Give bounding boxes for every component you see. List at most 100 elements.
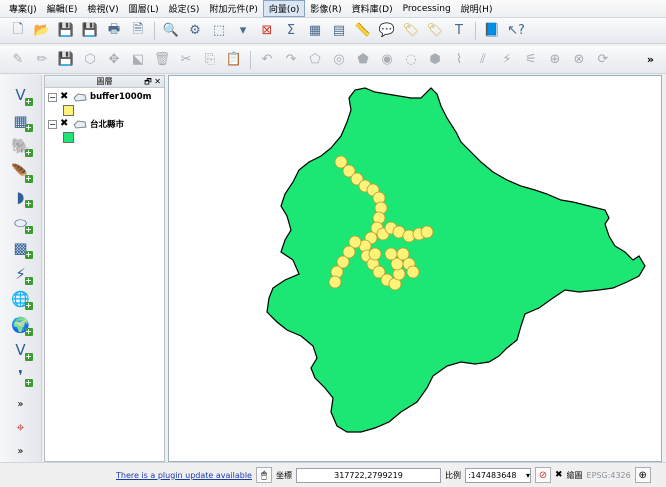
add-wms-layer-icon[interactable]: ▩ + [9, 236, 33, 260]
open-project-icon[interactable]: 📂 [32, 21, 52, 41]
select-icon[interactable]: ⬚ [209, 21, 229, 41]
save-as-icon[interactable]: 💾 [80, 21, 100, 41]
menu-item[interactable]: 編輯(E) [42, 1, 83, 16]
split-features-icon[interactable]: ⚡ [497, 50, 517, 70]
add-postgis-layer-icon[interactable]: 🐘 + [9, 134, 33, 158]
undo-icon[interactable]: ↶ [257, 50, 277, 70]
layers-panel-title: 圖層 🗗 ✕ [45, 76, 164, 88]
messages-icon[interactable]: ⊕ [634, 467, 651, 483]
render-checkbox[interactable]: ✖ [555, 470, 563, 480]
menu-item[interactable]: 資料庫(D) [347, 1, 398, 16]
text-annotation-icon[interactable]: T [449, 21, 469, 41]
crosshair-icon[interactable]: ⌖ [17, 420, 25, 436]
new-project-icon[interactable]: 🗋 [8, 21, 28, 41]
fill-ring-icon[interactable]: ◉ [377, 50, 397, 70]
current-edits-icon[interactable]: ✎ [8, 50, 28, 70]
add-feature-icon[interactable]: ⬡ [80, 50, 100, 70]
split-parts-icon[interactable]: ⚟ [521, 50, 541, 70]
add-raster-layer-icon[interactable]: ▦ + [9, 109, 33, 133]
layer-visibility-checkbox[interactable]: ✖ [60, 119, 70, 129]
legend-symbol-buffer [45, 104, 164, 117]
move-label-icon[interactable]: 🏷 [425, 21, 445, 41]
menu-item[interactable]: 圖層(L) [124, 1, 164, 16]
toolbar-overflow-button[interactable]: » [647, 53, 654, 66]
annotation-icon[interactable]: 💬 [377, 21, 397, 41]
measure-icon[interactable]: ▾ [233, 21, 253, 41]
menu-item[interactable]: 向量(o) [262, 0, 306, 17]
rotate-symbol-icon[interactable]: ⟳ [593, 50, 613, 70]
dropdown-arrow-icon: ▾ [525, 470, 530, 480]
composer-manager-icon[interactable]: 🗎 [128, 21, 148, 41]
label-icon[interactable]: 🏷 [401, 21, 421, 41]
legend-symbol-taipei [45, 131, 164, 144]
menu-item[interactable]: 專案(J) [4, 1, 42, 16]
save-project-icon[interactable]: 💾 [56, 21, 76, 41]
add-delimited-text-icon[interactable]: V + [9, 338, 33, 362]
merge-features-icon[interactable]: ⊕ [545, 50, 565, 70]
reshape-icon[interactable]: ⌇ [449, 50, 469, 70]
add-spatialite-layer-icon[interactable]: 🪶 + [9, 160, 33, 184]
menu-item[interactable]: 附加元件(P) [204, 1, 262, 16]
delete-selected-icon[interactable]: 🗑 [152, 50, 172, 70]
offset-curve-icon[interactable]: ⫽ [473, 50, 493, 70]
copy-features-icon[interactable]: ⎘ [200, 50, 220, 70]
add-oracle-layer-icon[interactable]: ⬭ + [9, 211, 33, 235]
add-globe-layer-icon[interactable]: 🌍 + [9, 313, 33, 337]
coordinate-field[interactable]: 317722,2799219 [295, 467, 441, 483]
node-tool-icon[interactable]: ⬕ [128, 50, 148, 70]
toggle-extents-icon[interactable]: 🖱 [255, 467, 272, 483]
new-print-composer-icon[interactable]: 🖶 [104, 21, 124, 41]
expand-toolbar-icon[interactable]: » [17, 399, 23, 410]
add-wcs-layer-icon[interactable]: ⚡ + [9, 262, 33, 286]
layer-name: 台北縣市 [90, 120, 125, 130]
add-vector-layer-icon[interactable]: V + [9, 83, 33, 107]
redo-icon[interactable]: ↷ [281, 50, 301, 70]
add-mssql-layer-icon[interactable]: ◗ + [9, 185, 33, 209]
save-edits-icon[interactable]: 💾 [56, 50, 76, 70]
measure-line-icon[interactable]: 📏 [353, 21, 373, 41]
collapse-toolbar-icon[interactable]: » [17, 446, 23, 457]
menu-item[interactable]: 檢視(V) [82, 1, 123, 16]
cut-features-icon[interactable]: ✂ [176, 50, 196, 70]
panel-float-close-buttons[interactable]: 🗗 ✕ [144, 76, 161, 87]
collapse-icon[interactable]: − [48, 92, 57, 102]
merge-attributes-icon[interactable]: ⊗ [569, 50, 589, 70]
field-calc-icon[interactable]: ▤ [329, 21, 349, 41]
delete-part-icon[interactable]: ⬢ [425, 50, 445, 70]
simplify-icon[interactable]: ⬠ [305, 50, 325, 70]
identify-icon[interactable]: ⚙ [185, 21, 205, 41]
map-svg [266, 87, 646, 433]
layers-panel: 圖層 🗗 ✕ − ✖ buffer1000m − ✖ 台北縣市 [44, 75, 165, 462]
crs-indicator[interactable]: EPSG:4326 [587, 471, 631, 480]
whats-this-icon[interactable]: ↖? [506, 21, 526, 41]
layer-name: buffer1000m [90, 92, 152, 102]
collapse-icon[interactable]: − [48, 119, 57, 129]
paste-features-icon[interactable]: 📋 [224, 50, 244, 70]
delete-ring-icon[interactable]: ◌ [401, 50, 421, 70]
help-book-icon[interactable]: 📘 [482, 21, 502, 41]
layer-visibility-checkbox[interactable]: ✖ [60, 92, 70, 102]
sum-icon[interactable]: Σ [281, 21, 301, 41]
move-feature-icon[interactable]: ✥ [104, 50, 124, 70]
menu-item[interactable]: 設定(S) [164, 1, 205, 16]
layer-item-taipei[interactable]: − ✖ 台北縣市 [45, 117, 164, 131]
taipei-region-polygon [266, 87, 646, 433]
toggle-editing-icon[interactable]: ✏ [32, 50, 52, 70]
menu-item[interactable]: Processing [398, 3, 456, 15]
attribute-table-icon[interactable]: ▦ [305, 21, 325, 41]
plugin-update-link[interactable]: There is a plugin update available [116, 471, 252, 480]
add-wfs-layer-icon[interactable]: 🌐 + [9, 287, 33, 311]
zoom-in-icon[interactable]: 🔍 [161, 21, 181, 41]
add-ring-icon[interactable]: ◎ [329, 50, 349, 70]
layer-item-buffer[interactable]: − ✖ buffer1000m [45, 90, 164, 104]
menu-item[interactable]: 影像(R) [305, 1, 346, 16]
add-part-icon[interactable]: ⬟ [353, 50, 373, 70]
stop-render-icon[interactable]: ⊘ [534, 467, 551, 483]
deselect-icon[interactable]: ⊠ [257, 21, 277, 41]
menu-item[interactable]: 說明(H) [456, 1, 498, 16]
scale-value: :147483648 [467, 470, 517, 480]
scale-combobox[interactable]: :147483648 ▾ [464, 467, 531, 483]
add-ogr-layer-icon[interactable]: ❜ + [9, 364, 33, 388]
coordinate-label: 坐標 [275, 470, 292, 480]
map-canvas[interactable] [168, 75, 662, 462]
